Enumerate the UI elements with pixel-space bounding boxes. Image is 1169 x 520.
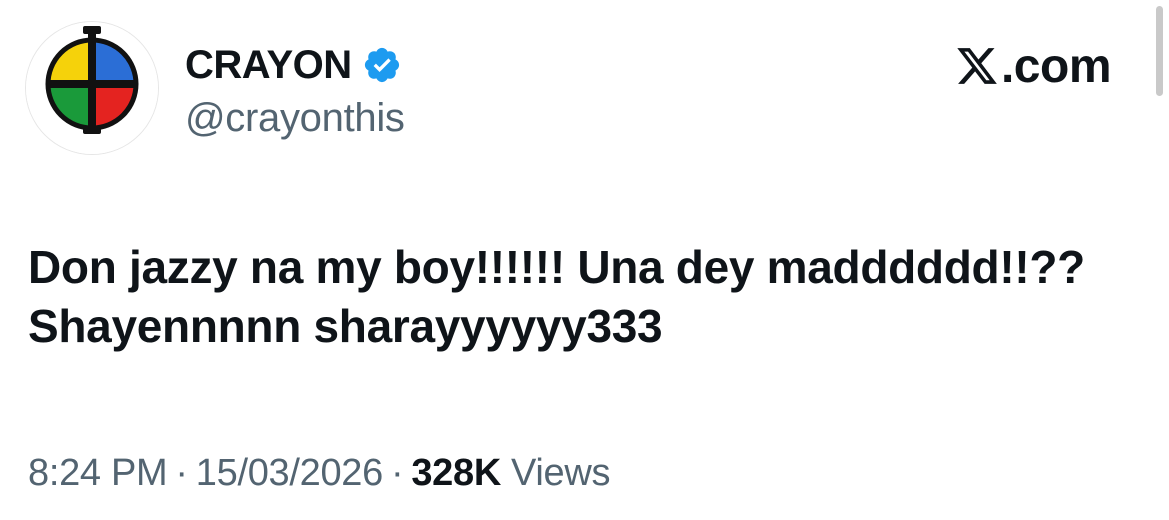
author-name-row[interactable]: CRAYON xyxy=(185,38,402,92)
meta-separator: · xyxy=(390,451,404,494)
author-handle[interactable]: @crayonthis xyxy=(185,96,405,140)
tweet-text: Don jazzy na my boy!!!!!! Una dey madddd… xyxy=(28,241,1085,352)
olodum-logo-icon xyxy=(26,22,158,154)
display-name[interactable]: CRAYON xyxy=(185,45,352,85)
tweet-meta: 8:24 PM · 15/03/2026 · 328K Views xyxy=(28,448,610,498)
views-label: Views xyxy=(510,451,611,494)
tweet-card: CRAYON @crayonthis .com Don jazzy na my … xyxy=(0,0,1169,520)
avatar[interactable] xyxy=(26,22,158,154)
brand-suffix: .com xyxy=(1000,39,1112,93)
scrollbar[interactable] xyxy=(1156,6,1163,96)
tweet-time[interactable]: 8:24 PM xyxy=(28,452,168,495)
x-logo-icon xyxy=(957,48,997,84)
x-com-brand: .com xyxy=(955,38,1112,94)
meta-separator: · xyxy=(175,451,188,494)
verified-badge-icon xyxy=(364,47,399,83)
tweet-date[interactable]: 15/03/2026 xyxy=(196,452,383,495)
views-count: 328K xyxy=(411,451,501,494)
